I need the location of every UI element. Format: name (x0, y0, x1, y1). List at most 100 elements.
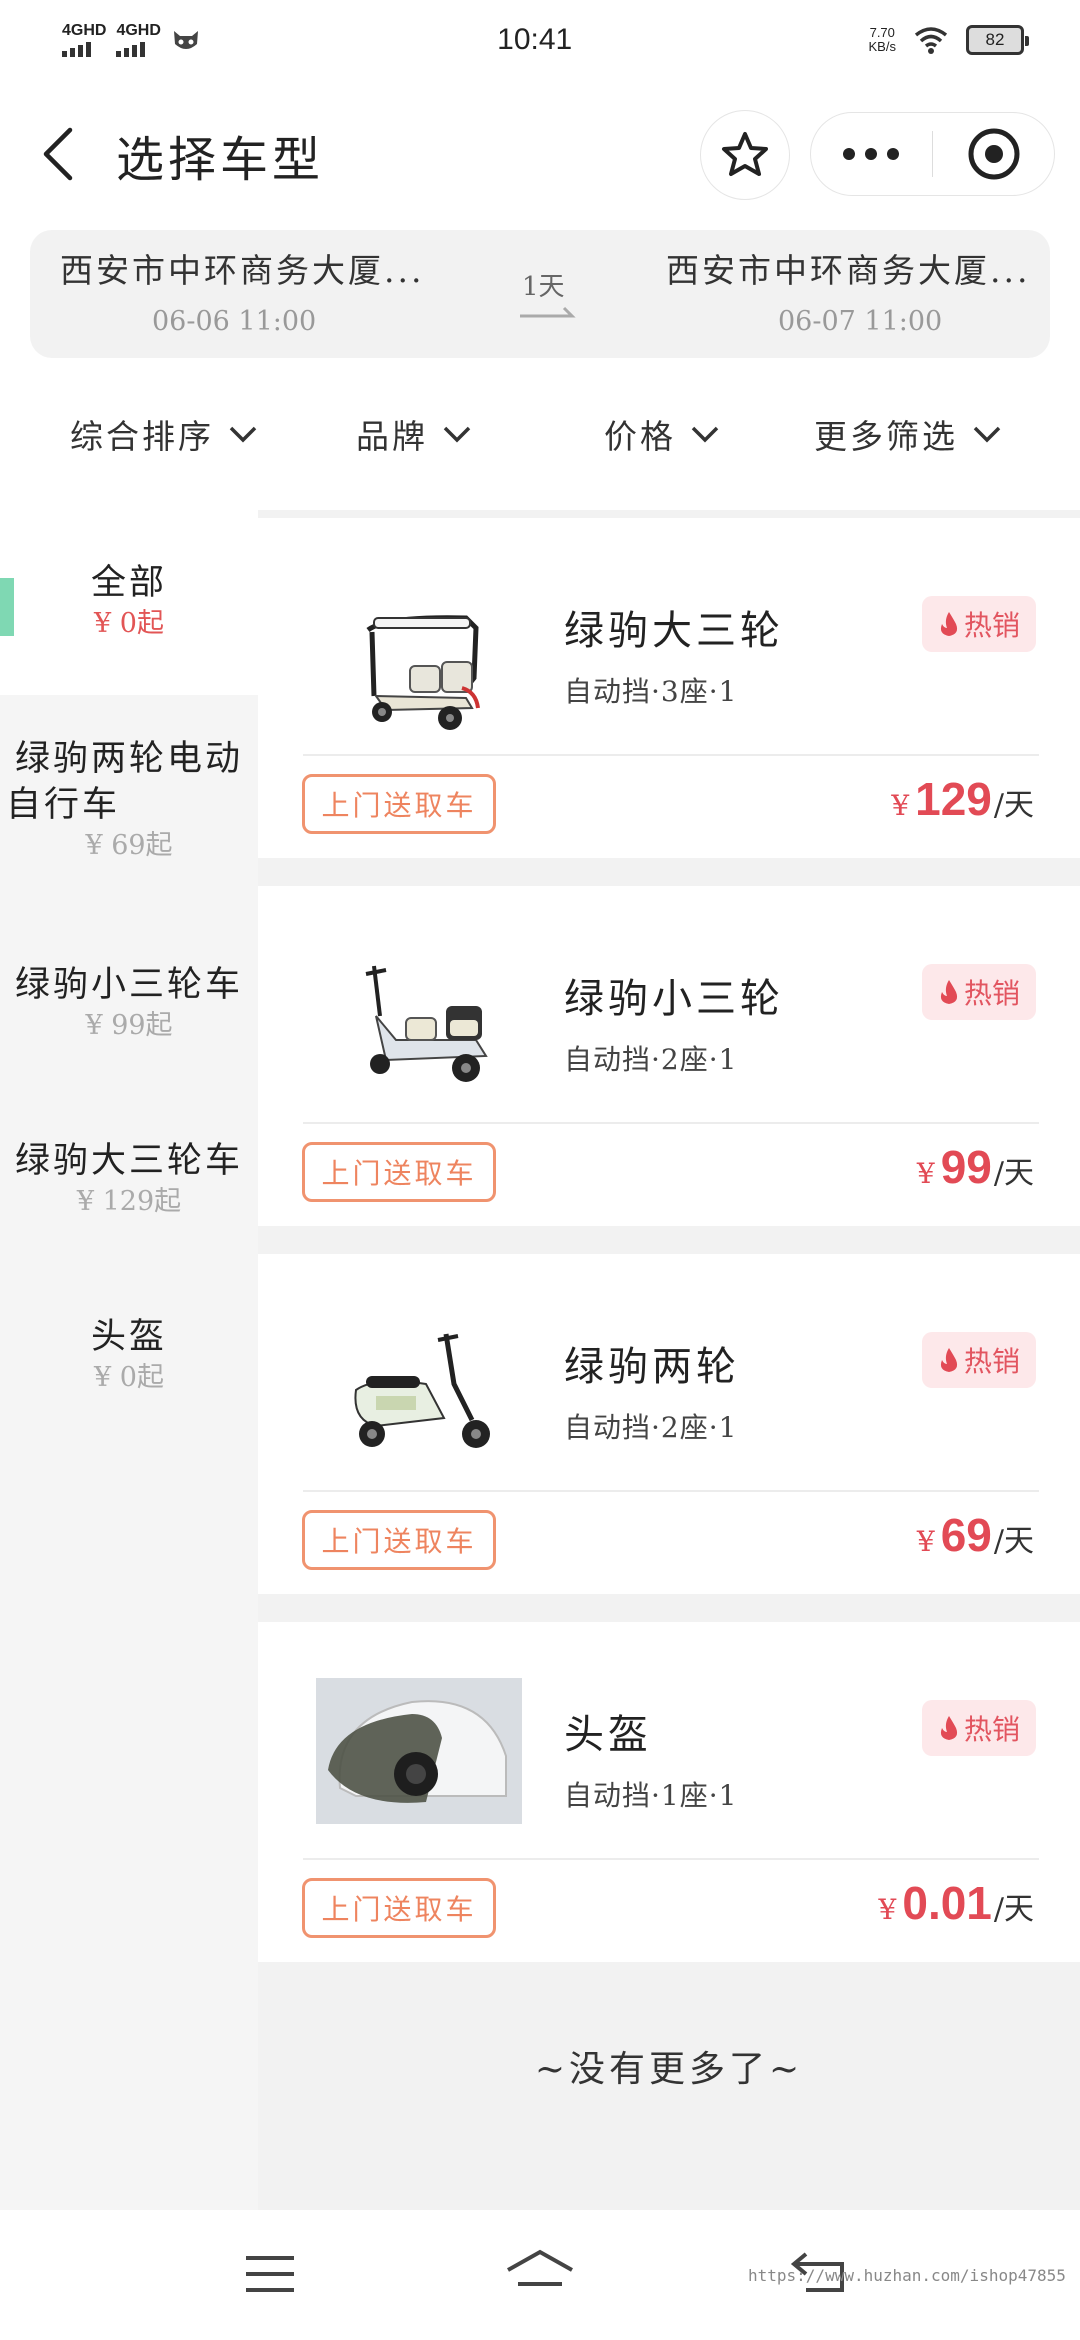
sidebar-item-label: 绿驹大三轮车 (14, 1141, 243, 1181)
system-navigation-bar: https://www.huzhan.com/ishop47855 (0, 2210, 1080, 2340)
currency-symbol: ¥ (891, 789, 910, 822)
hot-sale-badge: 热销 (922, 1700, 1036, 1756)
flame-icon (940, 1716, 958, 1740)
network-speed: 7.70 KB/s (869, 26, 896, 54)
price-unit: /天 (993, 1524, 1034, 1559)
price-unit: /天 (993, 1156, 1034, 1191)
chevron-down-icon (691, 426, 719, 443)
price-unit: /天 (993, 1892, 1034, 1927)
sidebar-item-large-tricycle[interactable]: 绿驹大三轮车 ¥ 129起 (0, 1138, 258, 1220)
currency-symbol: ¥ (916, 1525, 935, 1558)
page-title: 选择车型 (116, 132, 325, 188)
filter-brand[interactable]: 品牌 (356, 410, 472, 458)
sidebar-item-helmet[interactable]: 头盔 ¥ 0起 (0, 1314, 258, 1396)
filter-sort-label: 综合排序 (70, 417, 214, 456)
chevron-left-icon (43, 127, 73, 181)
delivery-tag: 上门送取车 (302, 774, 496, 834)
favorite-button[interactable] (700, 110, 790, 200)
card-divider (303, 754, 1039, 756)
sidebar-item-label: 全部 (90, 563, 167, 603)
vehicle-name: 头盔 (564, 1712, 652, 1758)
flame-icon (940, 1348, 958, 1372)
status-right: 7.70 KB/s 82 (869, 25, 1029, 55)
price-value: 0.01 (902, 1877, 992, 1929)
filter-bar: 综合排序 品牌 价格 更多筛选 (0, 400, 1080, 470)
card-divider (303, 1490, 1039, 1492)
vehicle-card[interactable]: 绿驹小三轮 自动挡·2座·1 热销 上门送取车 ¥ 99 /天 (258, 886, 1080, 1226)
sidebar-item-two-wheel[interactable]: 绿驹两轮电动 自行车 ¥ 69起 (0, 736, 258, 864)
currency-symbol: ¥ (916, 1157, 935, 1190)
badge-label: 热销 (963, 609, 1020, 642)
sidebar-item-small-tricycle[interactable]: 绿驹小三轮车 ¥ 99起 (0, 962, 258, 1044)
rental-route-panel[interactable]: 西安市中环商务大厦... 06-06 11:00 1天 西安市中环商务大厦...… (30, 230, 1050, 358)
miniprogram-capsule (810, 112, 1055, 196)
return-location[interactable]: 西安市中环商务大厦... (666, 244, 1030, 292)
clock: 10:41 (497, 23, 573, 56)
app-notification-icon (173, 31, 198, 49)
sidebar-item-label: 绿驹小三轮车 (14, 965, 243, 1005)
sidebar-item-price: ¥ 0起 (94, 1362, 164, 1393)
chevron-down-icon (973, 426, 1001, 443)
sidebar-item-price: ¥ 129起 (76, 1186, 182, 1217)
filter-more-label: 更多筛选 (814, 417, 958, 456)
vehicle-card[interactable]: 绿驹两轮 自动挡·2座·1 热销 上门送取车 ¥ 69 /天 (258, 1254, 1080, 1594)
navigation-bar: 选择车型 (0, 100, 1080, 210)
pickup-location[interactable]: 西安市中环商务大厦... (60, 244, 424, 292)
sidebar-item-label: 头盔 (90, 1317, 167, 1357)
filter-price[interactable]: 价格 (604, 410, 720, 458)
daily-price: ¥ 99 /天 (917, 1140, 1034, 1194)
card-divider (303, 1122, 1039, 1124)
badge-label: 热销 (963, 977, 1020, 1010)
filter-sort[interactable]: 综合排序 (70, 410, 258, 458)
network-1-label: 4GHD (62, 22, 107, 39)
filter-more[interactable]: 更多筛选 (814, 410, 1002, 458)
scooter-image (354, 1333, 490, 1448)
wifi-icon (914, 27, 948, 54)
back-button[interactable] (34, 124, 84, 184)
signal-1: 4GHD (62, 23, 106, 57)
sidebar-item-price: ¥ 0起 (94, 608, 164, 639)
daily-price: ¥ 129 /天 (891, 772, 1034, 826)
large-tricycle-image (366, 615, 480, 730)
small-tricycle-image (365, 965, 488, 1082)
more-options-button[interactable] (811, 148, 932, 160)
price-value: 69 (940, 1509, 992, 1561)
vehicle-name: 绿驹两轮 (564, 1344, 740, 1390)
flame-icon (940, 980, 958, 1004)
recent-apps-button[interactable] (244, 2254, 296, 2298)
delivery-tag: 上门送取车 (302, 1142, 496, 1202)
vehicle-name: 绿驹大三轮 (564, 608, 784, 654)
badge-label: 热销 (963, 1345, 1020, 1378)
sidebar-item-label-line2: 自行车 (6, 785, 121, 825)
rental-duration: 1天 (522, 272, 565, 302)
hot-sale-badge: 热销 (922, 964, 1036, 1020)
speed-value: 7.70 (869, 25, 895, 40)
sidebar-item-all[interactable]: 全部 ¥ 0起 (0, 560, 258, 642)
delivery-tag: 上门送取车 (302, 1510, 496, 1570)
price-value: 99 (940, 1141, 992, 1193)
battery-indicator: 82 (965, 25, 1029, 55)
chevron-down-icon (443, 426, 471, 443)
pickup-datetime[interactable]: 06-06 11:00 (152, 306, 316, 337)
signal-bars-icon (62, 42, 91, 57)
home-button[interactable] (504, 2248, 576, 2302)
signal-2: 4GHD (116, 22, 161, 57)
home-icon (507, 2249, 573, 2286)
target-close-icon (968, 128, 1020, 180)
chevron-down-icon (229, 426, 257, 443)
speed-unit: KB/s (868, 39, 896, 54)
daily-price: ¥ 69 /天 (917, 1508, 1034, 1562)
vehicle-spec: 自动挡·1座·1 (564, 1779, 738, 1812)
vehicle-card[interactable]: 绿驹大三轮 自动挡·3座·1 热销 上门送取车 ¥ 129 /天 (258, 518, 1080, 858)
watermark-text: https://www.huzhan.com/ishop47855 (748, 2266, 1066, 2285)
vehicle-name: 绿驹小三轮 (564, 976, 784, 1022)
vehicle-card[interactable]: 头盔 自动挡·1座·1 热销 上门送取车 ¥ 0.01 /天 (258, 1622, 1080, 1962)
helmet-image (316, 1678, 522, 1824)
sidebar-item-label: 绿驹两轮电动 (14, 739, 243, 779)
hot-sale-badge: 热销 (922, 1332, 1036, 1388)
close-miniprogram-button[interactable] (933, 127, 1054, 181)
return-datetime[interactable]: 06-07 11:00 (778, 306, 942, 337)
network-2-label: 4GHD (116, 22, 161, 39)
flame-icon (940, 612, 958, 636)
arrow-right-icon (520, 306, 576, 318)
